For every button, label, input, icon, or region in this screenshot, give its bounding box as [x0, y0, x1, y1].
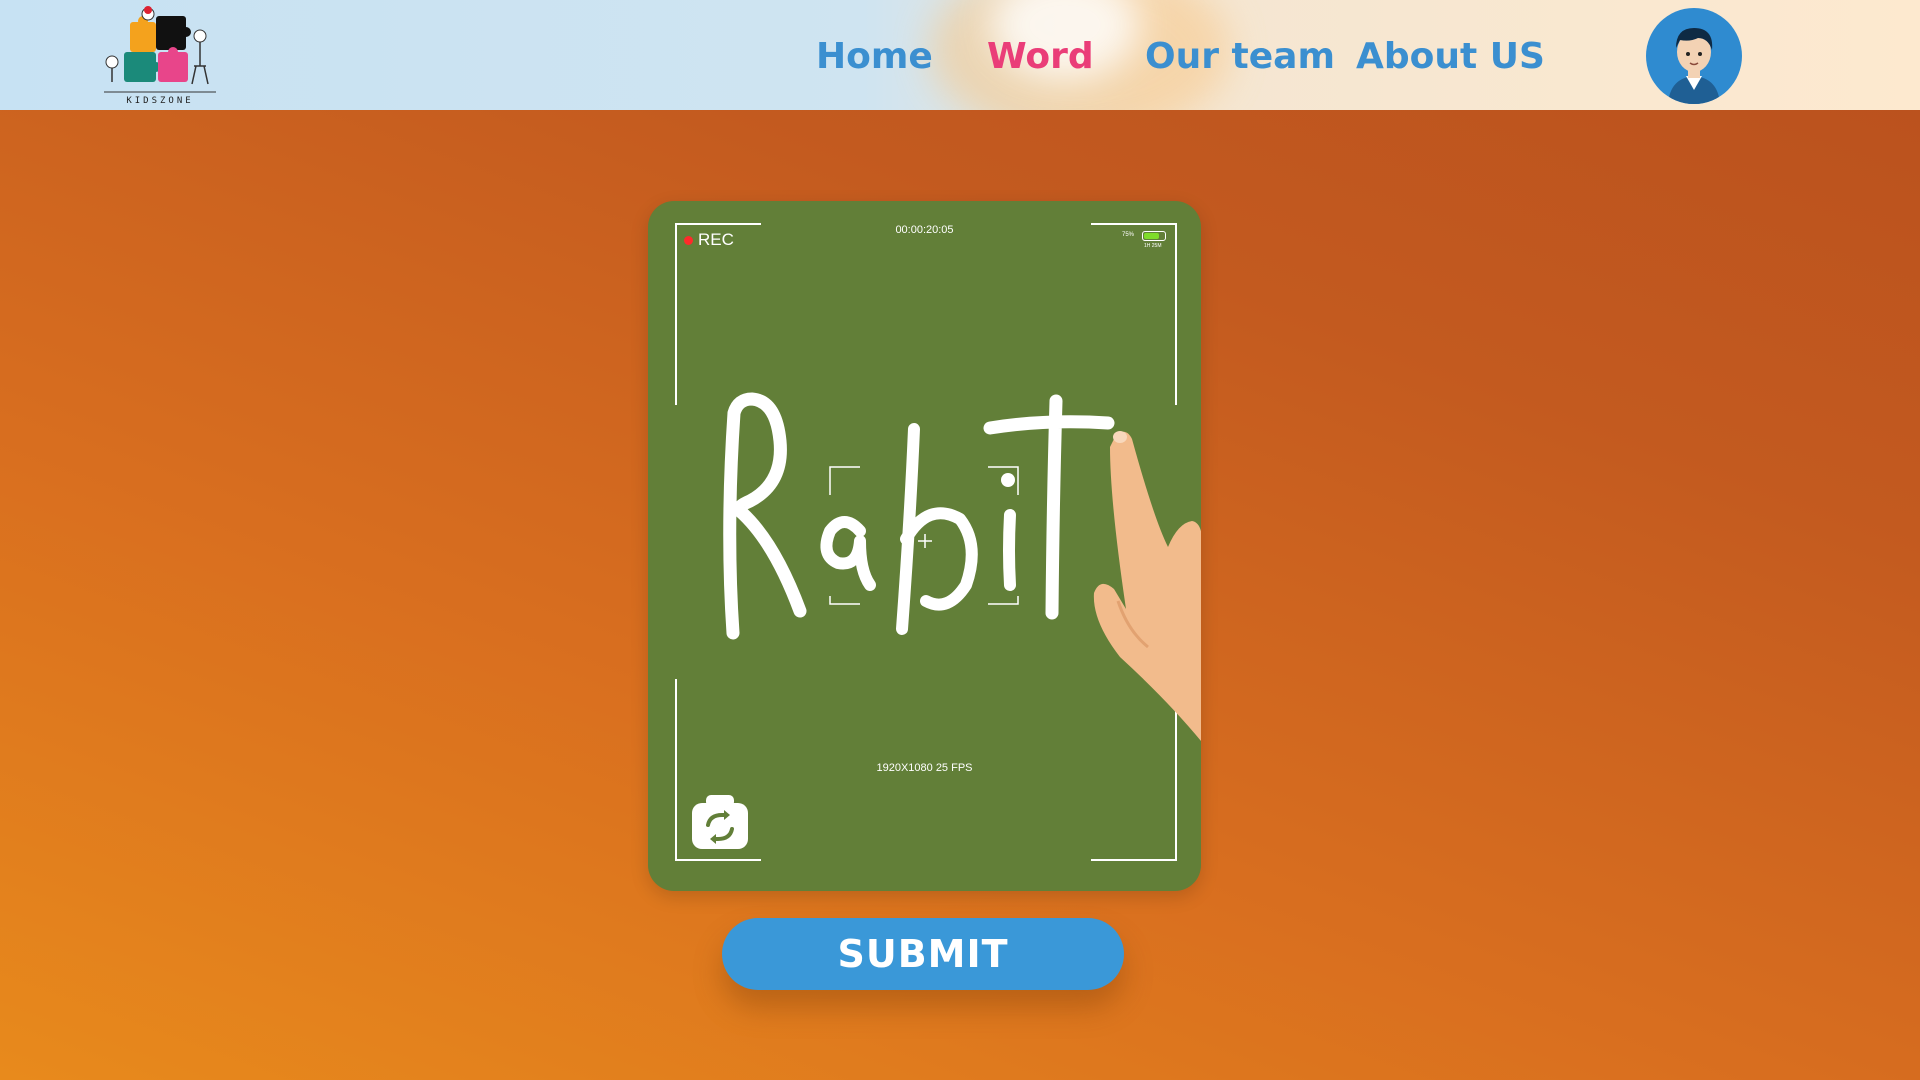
resolution-label: 1920X1080 25 FPS [876, 762, 973, 774]
puzzle-logo-icon [104, 6, 216, 93]
submit-button[interactable]: SUBMIT [722, 918, 1124, 990]
kidszone-logo[interactable]: KIDSZONE [100, 6, 220, 106]
user-avatar-icon [1668, 28, 1720, 104]
switch-camera-button[interactable] [690, 791, 750, 851]
nav-word[interactable]: Word [987, 36, 1094, 77]
camera-switch-icon [692, 795, 748, 849]
nav-about-us[interactable]: About US [1356, 36, 1545, 77]
nav-home[interactable]: Home [816, 36, 933, 77]
user-avatar[interactable] [1646, 8, 1742, 104]
camera-preview: REC 00:00:20:05 75% 1H 25M 1920X1080 25 … [648, 201, 1201, 891]
page: KIDSZONE Home Word Our team About US REC… [0, 0, 1920, 1080]
logo-text: KIDSZONE [126, 96, 194, 106]
nav-our-team[interactable]: Our team [1145, 36, 1335, 77]
handwritten-word-rabit [723, 392, 1201, 741]
header: KIDSZONE Home Word Our team About US [0, 0, 1920, 110]
